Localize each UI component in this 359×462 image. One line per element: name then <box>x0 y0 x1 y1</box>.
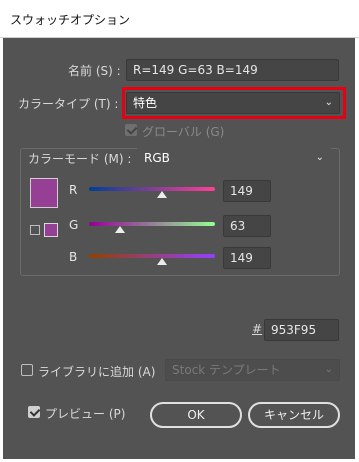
library-select[interactable]: Stock テンプレート ⌄ <box>165 359 340 381</box>
library-select-value: Stock テンプレート <box>172 363 281 377</box>
hex-input[interactable]: 953F95 <box>264 319 339 341</box>
add-to-library-checkbox[interactable] <box>21 364 33 376</box>
color-mode-value: RGB <box>144 151 170 165</box>
ok-button[interactable]: OK <box>150 402 242 428</box>
chevron-down-icon: ⌄ <box>315 152 324 163</box>
swatch-options-dialog: 名前 (S) : R=149 G=63 B=149 カラータイプ (T) : 特… <box>3 38 355 459</box>
global-checkbox[interactable] <box>125 124 137 136</box>
g-value-input[interactable]: 63 <box>223 215 271 237</box>
web-safe-swatch[interactable] <box>44 223 58 237</box>
add-to-library-label: ライブラリに追加 (A) <box>38 365 156 379</box>
preview-checkbox[interactable] <box>28 406 40 418</box>
g-channel-label: G <box>69 218 79 232</box>
global-label: グローバル (G) <box>142 125 225 139</box>
name-label: 名前 (S) : <box>68 64 121 78</box>
out-of-web-gamut-icon[interactable] <box>30 225 40 235</box>
name-input[interactable]: R=149 G=63 B=149 <box>126 59 339 81</box>
hex-label: # <box>252 322 263 336</box>
chevron-down-icon: ⌄ <box>324 364 333 375</box>
r-slider-thumb[interactable] <box>157 191 167 198</box>
title-bar: スウォッチオプション <box>0 0 359 38</box>
r-channel-label: R <box>69 183 78 197</box>
r-slider-track[interactable] <box>89 187 215 191</box>
b-channel-label: B <box>69 250 78 264</box>
color-swatch <box>30 178 58 208</box>
color-mode-label: カラーモード (M) : <box>28 152 132 166</box>
g-slider-thumb[interactable] <box>115 226 125 233</box>
highlight-box <box>122 87 346 119</box>
b-value-input[interactable]: 149 <box>223 247 271 269</box>
b-slider-track[interactable] <box>89 254 215 258</box>
r-value-input[interactable]: 149 <box>223 180 271 202</box>
preview-label: プレビュー (P) <box>45 407 126 421</box>
g-slider-track[interactable] <box>89 222 215 226</box>
b-slider-thumb[interactable] <box>157 258 167 265</box>
window-title: スウォッチオプション <box>10 13 131 27</box>
color-mode-select[interactable]: RGB ⌄ <box>137 147 331 169</box>
cancel-button[interactable]: キャンセル <box>248 402 340 428</box>
color-type-label: カラータイプ (T) : <box>18 97 119 111</box>
